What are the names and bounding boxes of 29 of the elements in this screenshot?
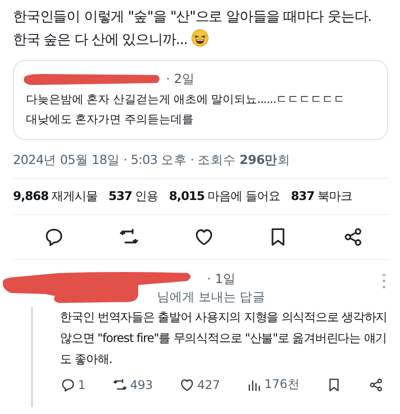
reply-icon[interactable] bbox=[43, 226, 65, 248]
stat-label: 마음에 들어요 bbox=[208, 189, 280, 203]
bar-chart-button[interactable]: 176천 bbox=[246, 376, 300, 393]
tweet-timestamp: 2024년 05월 18일 · 5:03 오후 · 조회수 296만회 bbox=[13, 152, 292, 169]
share-button[interactable] bbox=[368, 376, 384, 393]
stat-count: 537 bbox=[108, 189, 132, 203]
quote-text-line: 다늦은밤에 혼자 산길걷는게 애초에 말이되뇨......ㄷㄷㄷㄷㄷㄷ bbox=[26, 91, 346, 108]
stat-label: 인용 bbox=[135, 189, 158, 203]
tweet-text: 한국인들이 이렇게 "숲"을 "산"으로 알아들을 때마다 웃는다. 한국 숲은 다 산에 있으니까... bbox=[13, 8, 373, 50]
quoted-tweet-card[interactable]: · 2일 다늦은밤에 혼자 산길걷는게 애초에 말이되뇨......ㄷㄷㄷㄷㄷㄷ 대낮에도 혼자가면 주의듣는데를 bbox=[13, 60, 388, 140]
reply-button[interactable]: 1 bbox=[60, 376, 86, 393]
reply-text: 한국인 번역자들은 출발어 사용지의 지형을 의식적으로 생각하지 않으면 "forest fire"를 무의식적으로 "산불"로 옮겨버린다는 얘기도 좋아해. bbox=[60, 309, 388, 368]
reply-time: · 1일 bbox=[207, 271, 236, 288]
reply-icon bbox=[60, 376, 76, 392]
quote-text-line: 대낮에도 혼자가면 주의듣는데를 bbox=[26, 111, 194, 128]
share-icon bbox=[368, 376, 384, 392]
stat-label: 북마크 bbox=[317, 189, 352, 203]
heart-icon bbox=[179, 376, 196, 392]
repost-button[interactable]: 493 bbox=[112, 376, 153, 393]
replying-to-label: 님에게 보내는 답글 bbox=[157, 289, 265, 306]
stat-count: 9,868 bbox=[13, 189, 48, 203]
stat-count: 8,015 bbox=[169, 189, 204, 203]
stat-count: 837 bbox=[290, 189, 314, 203]
laughing-emoji-icon bbox=[191, 29, 210, 47]
quote-time: · 2일 bbox=[166, 70, 195, 88]
heart-button[interactable]: 427 bbox=[179, 376, 220, 393]
share-icon[interactable] bbox=[342, 226, 364, 248]
stat-label: 재게시물 bbox=[51, 189, 98, 203]
repost-icon bbox=[112, 376, 128, 392]
